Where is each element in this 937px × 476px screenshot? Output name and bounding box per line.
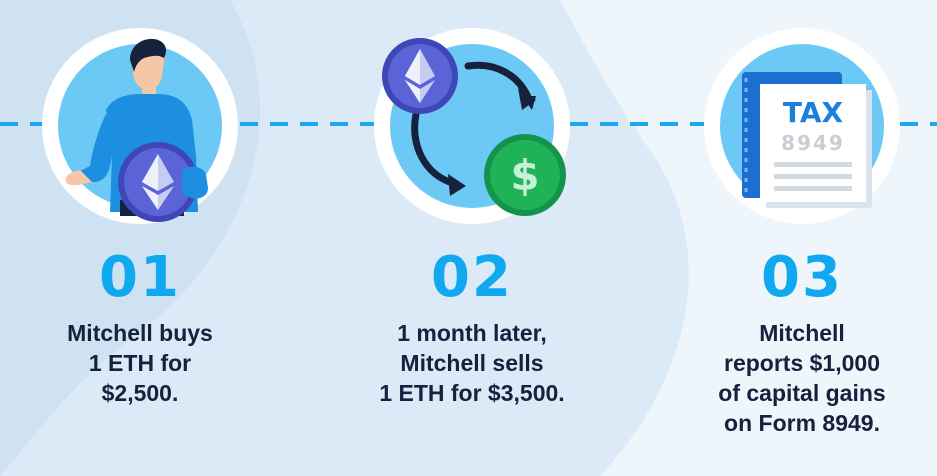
step-line: 1 month later, (397, 320, 547, 346)
form-number: 8949 (781, 131, 845, 155)
step-1: 01 Mitchell buys 1 ETH for $2,500. (0, 0, 300, 476)
ethereum-coin-icon (382, 38, 458, 114)
step-line: reports $1,000 (724, 350, 880, 376)
tax-title: TAX (783, 96, 844, 129)
step-2: $ 02 1 month later, Mitchell sells 1 ETH… (320, 0, 620, 476)
step-line: of capital gains (718, 380, 886, 406)
step-line: 1 ETH for $3,500. (379, 380, 565, 406)
step-number: 03 (761, 245, 843, 310)
dollar-coin-icon: $ (484, 134, 566, 216)
step-3-badge: TAX 8949 (704, 28, 900, 224)
step-description: Mitchell buys 1 ETH for $2,500. (0, 318, 290, 408)
tax-form-icon: TAX 8949 (742, 72, 872, 208)
hand-icon (182, 166, 208, 199)
step-2-circle: $ (382, 38, 566, 216)
step-1-badge (42, 28, 238, 224)
step-line: Mitchell sells (400, 350, 544, 376)
step-2-badge: $ (374, 28, 570, 224)
step-line: Mitchell buys (67, 320, 213, 346)
step-3: TAX 8949 03 Mitchell reports $1,000 of c… (640, 0, 937, 476)
step-line: $2,500. (101, 380, 179, 406)
step-line: Mitchell (759, 320, 845, 346)
step-number: 01 (99, 245, 181, 310)
step-number: 02 (431, 245, 513, 310)
svg-text:$: $ (510, 151, 539, 200)
step-3-circle: TAX 8949 (720, 44, 884, 208)
step-line: on Form 8949. (724, 410, 880, 436)
step-line: 1 ETH for (88, 350, 192, 376)
step-description: Mitchell reports $1,000 of capital gains… (652, 318, 937, 438)
step-1-circle (58, 38, 222, 222)
step-description: 1 month later, Mitchell sells 1 ETH for … (322, 318, 622, 408)
